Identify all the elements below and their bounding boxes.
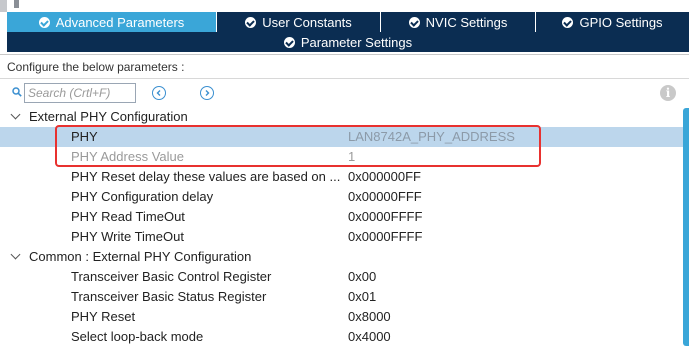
param-name: PHY Read TimeOut [71, 209, 185, 224]
param-name: PHY Reset delay these values are based o… [71, 169, 341, 184]
param-name: Transceiver Basic Control Register [71, 269, 272, 284]
tab-label: NVIC Settings [425, 14, 508, 30]
search-icon [12, 87, 22, 97]
tab-user-constants[interactable]: User Constants [217, 12, 381, 32]
group-row-common-external-phy[interactable]: Common : External PHY Configuration [0, 247, 683, 267]
chevron-right-icon [205, 90, 210, 96]
param-value[interactable]: 0x00000FFF [348, 187, 422, 207]
tab-gpio-settings[interactable]: GPIO Settings [536, 12, 689, 32]
group-label: External PHY Configuration [29, 109, 188, 124]
param-row-phy-write-timeout[interactable]: PHY Write TimeOut 0x0000FFFF [0, 227, 683, 247]
chevron-down-icon[interactable] [10, 249, 21, 260]
tab-label: Advanced Parameters [55, 14, 185, 30]
check-circle-icon [408, 16, 420, 28]
divider [0, 54, 689, 55]
param-row-phy-reset[interactable]: PHY Reset 0x8000 [0, 307, 683, 327]
param-value[interactable]: 0x8000 [348, 307, 391, 327]
tab-label: Parameter Settings [300, 34, 413, 50]
check-circle-icon [38, 16, 50, 28]
window-edge [0, 0, 7, 12]
search-next-button[interactable] [200, 86, 214, 100]
check-circle-icon [245, 16, 257, 28]
check-circle-icon [562, 16, 574, 28]
param-value[interactable]: 0x0000FFFF [348, 207, 422, 227]
chevron-left-icon [156, 90, 161, 96]
param-value[interactable]: 0x4000 [348, 327, 391, 346]
param-row-phy-config-delay[interactable]: PHY Configuration delay 0x00000FFF [0, 187, 683, 207]
param-name: Transceiver Basic Status Register [71, 289, 267, 304]
param-row-phy-reset-delay[interactable]: PHY Reset delay these values are based o… [0, 167, 683, 187]
tab-advanced-parameters[interactable]: Advanced Parameters [7, 12, 217, 32]
search-previous-button[interactable] [152, 86, 166, 100]
param-value[interactable]: 0x000000FF [348, 167, 421, 187]
strip-accent [14, 0, 19, 8]
param-row-basic-status-register[interactable]: Transceiver Basic Status Register 0x01 [0, 287, 683, 307]
check-circle-icon [283, 36, 295, 48]
param-row-basic-control-register[interactable]: Transceiver Basic Control Register 0x00 [0, 267, 683, 287]
divider [0, 78, 689, 79]
param-row-loop-back-mode[interactable]: Select loop-back mode 0x4000 [0, 327, 683, 346]
tab-nvic-settings[interactable]: NVIC Settings [381, 12, 536, 32]
param-name: PHY Configuration delay [71, 189, 214, 204]
search-input[interactable] [24, 83, 136, 103]
group-row-external-phy[interactable]: External PHY Configuration [0, 107, 683, 127]
param-value[interactable]: 0x00 [348, 267, 376, 287]
tab-parameter-settings[interactable]: Parameter Settings [7, 32, 689, 52]
param-name: Select loop-back mode [71, 329, 204, 344]
param-name: PHY Reset [71, 309, 136, 324]
param-value[interactable]: 0x0000FFFF [348, 227, 422, 247]
config-instructions: Configure the below parameters : [7, 60, 185, 74]
param-value[interactable]: 0x01 [348, 287, 376, 307]
group-label: Common : External PHY Configuration [29, 249, 252, 264]
info-icon[interactable]: i [660, 85, 676, 101]
param-name: PHY Write TimeOut [71, 229, 184, 244]
chevron-down-icon[interactable] [10, 109, 21, 120]
param-row-phy-read-timeout[interactable]: PHY Read TimeOut 0x0000FFFF [0, 207, 683, 227]
tab-bar: Advanced Parameters User Constants NVIC … [7, 12, 689, 32]
tab-label: User Constants [262, 14, 352, 30]
highlight-annotation-box [55, 125, 541, 167]
vertical-scrollbar[interactable] [683, 108, 689, 346]
top-strip [0, 0, 689, 12]
tab-label: GPIO Settings [579, 14, 663, 30]
